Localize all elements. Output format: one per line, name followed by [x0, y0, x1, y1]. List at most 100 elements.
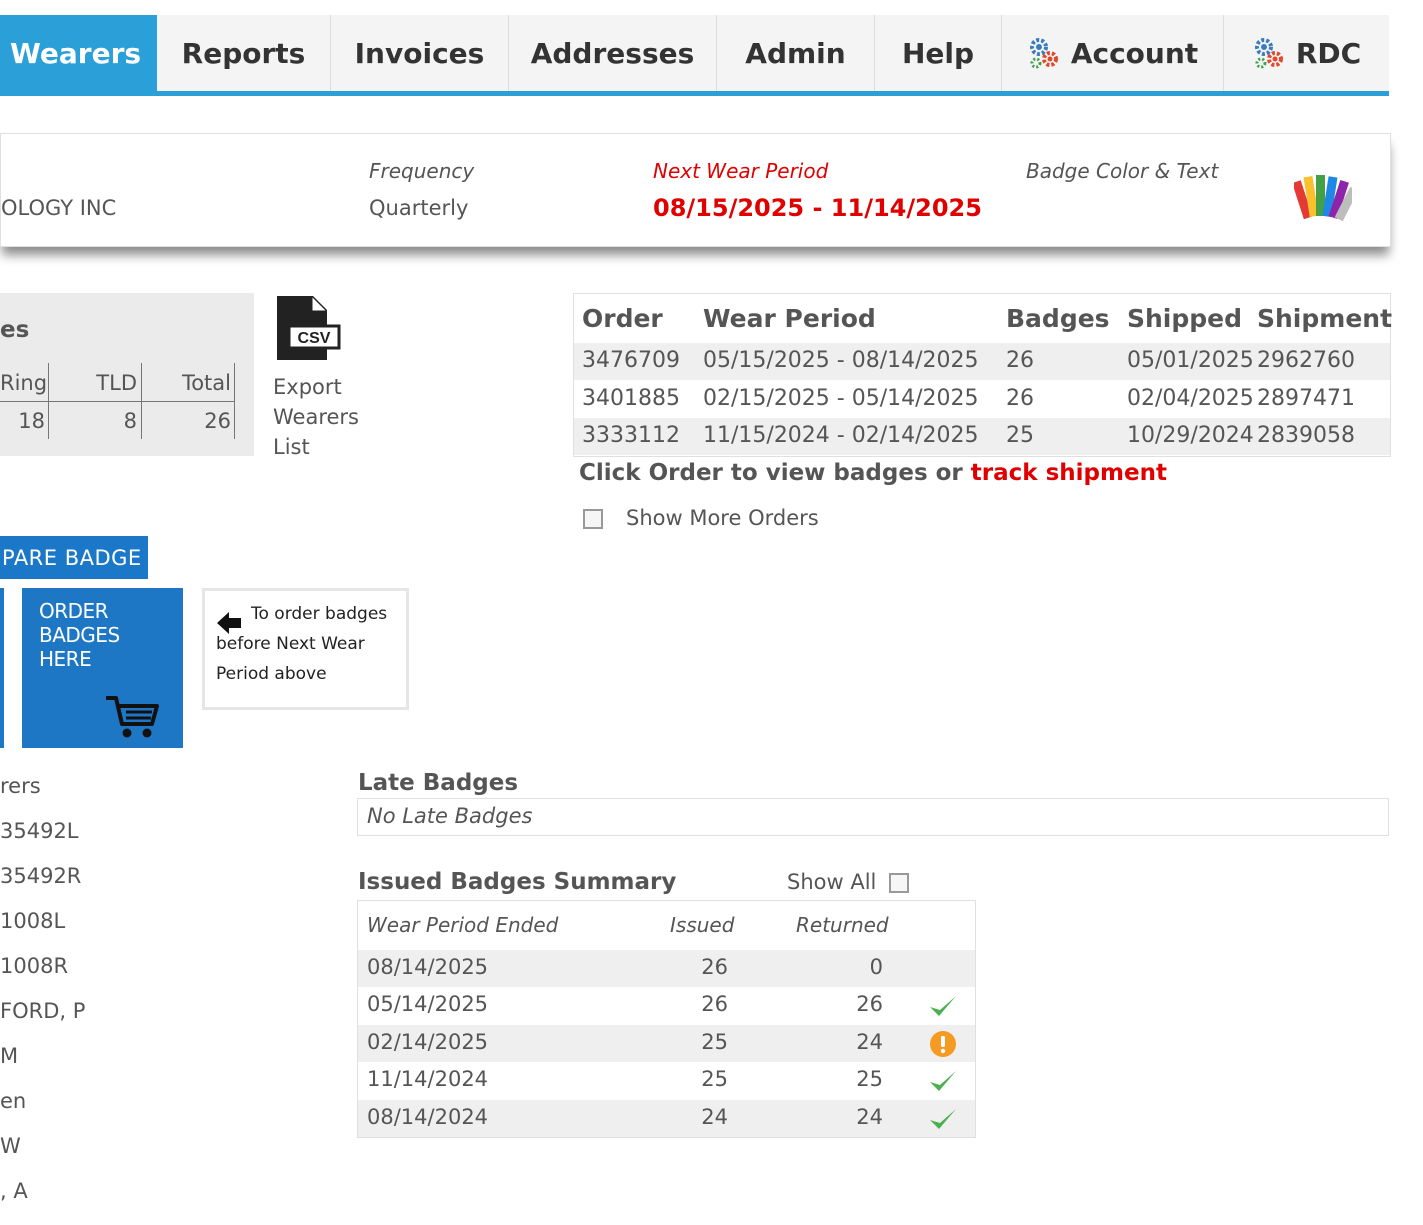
wearer-item[interactable]: 35492L: [0, 819, 79, 843]
order-number[interactable]: 3401885: [582, 386, 680, 411]
frequency-label: Frequency: [369, 159, 475, 183]
issued-count: 25: [701, 1030, 728, 1054]
ring-header: Ring: [0, 371, 48, 395]
csv-file-icon: CSV: [277, 296, 341, 360]
tld-count: 8: [123, 409, 137, 433]
spare-badge-button[interactable]: PARE BADGE: [0, 536, 148, 579]
export-wearers-button[interactable]: CSV Export Wearers List: [273, 294, 373, 464]
tab-account[interactable]: Account: [1002, 15, 1224, 91]
show-all-checkbox[interactable]: [889, 873, 909, 893]
total-count: 26: [204, 409, 231, 433]
issued-count: 26: [701, 955, 728, 979]
csv-icon-text: CSV: [298, 330, 331, 347]
order-shipment[interactable]: 2897471: [1257, 386, 1355, 411]
orders-header-shipped: Shipped: [1127, 304, 1243, 333]
order-badges: 26: [1006, 348, 1034, 373]
wearer-item[interactable]: 1008R: [0, 954, 68, 978]
orders-table: Order Wear Period Badges Shipped Shipmen…: [573, 293, 1393, 457]
order-note-text: To order badges before Next Wear Period …: [216, 604, 388, 684]
wearer-item[interactable]: , A: [0, 1179, 28, 1203]
cart-icon: [106, 696, 159, 738]
order-wear-period: 05/15/2025 - 08/14/2025: [703, 348, 979, 373]
main-nav: Wearers Reports Invoices Addresses Admin…: [0, 15, 1389, 96]
orders-hint: Click Order to view badges or track ship…: [579, 460, 1167, 486]
button-edge[interactable]: [0, 588, 4, 748]
gears-icon: [1029, 38, 1058, 69]
header-returned: Returned: [796, 913, 889, 937]
wearer-counts-panel: es Ring TLD Total 18 8 26: [0, 293, 254, 456]
wearer-item[interactable]: W: [0, 1134, 21, 1158]
company-name: OLOGY INC: [1, 196, 117, 220]
order-number[interactable]: 3333112: [582, 423, 680, 448]
order-badges: 26: [1006, 386, 1034, 411]
show-more-orders-checkbox[interactable]: [583, 509, 603, 529]
order-shipped: 10/29/2024: [1127, 423, 1254, 448]
table-row: 05/14/2025 26 26: [358, 987, 975, 1024]
table-row: 02/14/2025 25 24: [358, 1025, 975, 1062]
tab-wearers[interactable]: Wearers: [0, 15, 157, 91]
late-badges-message: No Late Badges: [367, 804, 533, 828]
tab-help[interactable]: Help: [875, 15, 1002, 91]
total-header: Total: [181, 371, 231, 395]
counts-title: es: [0, 317, 30, 343]
order-badges-button[interactable]: ORDER BADGES HERE: [22, 588, 183, 748]
table-row: 11/14/2024 25 25: [358, 1062, 975, 1099]
track-shipment-link[interactable]: track shipment: [971, 460, 1167, 486]
issued-summary-title: Issued Badges Summary: [358, 869, 677, 895]
wear-period-ended: 08/14/2025: [367, 955, 489, 979]
check-icon: [930, 1071, 956, 1091]
divider: [0, 401, 235, 402]
issued-summary-table: Wear Period Ended Issued Returned 08/14/…: [357, 900, 976, 1138]
wear-period-ended: 05/14/2025: [367, 992, 489, 1016]
check-icon: [930, 1109, 956, 1129]
header-issued: Issued: [670, 913, 735, 937]
late-badges-box: No Late Badges: [357, 798, 1389, 836]
gears-icon: [1254, 38, 1283, 69]
ring-count: 18: [18, 409, 45, 433]
wearer-item[interactable]: 1008L: [0, 909, 65, 933]
show-all-label[interactable]: Show All: [787, 870, 876, 894]
returned-count: 24: [856, 1030, 883, 1054]
wearer-item[interactable]: M: [0, 1044, 18, 1068]
order-note: To order badges before Next Wear Period …: [202, 588, 409, 710]
next-wear-label: Next Wear Period: [653, 159, 829, 183]
order-number[interactable]: 3476709: [582, 348, 680, 373]
returned-count: 26: [856, 992, 883, 1016]
order-badges-label: ORDER BADGES HERE: [39, 599, 120, 671]
tab-reports[interactable]: Reports: [157, 15, 331, 91]
show-more-orders-label[interactable]: Show More Orders: [626, 506, 819, 530]
header-wear-period-ended: Wear Period Ended: [367, 913, 559, 937]
late-badges-title: Late Badges: [358, 770, 519, 796]
orders-header-order: Order: [582, 304, 663, 333]
wearer-item[interactable]: 35492R: [0, 864, 81, 888]
tab-admin[interactable]: Admin: [717, 15, 875, 91]
orders-header-shipment: Shipment: [1257, 304, 1393, 333]
orders-header-badges: Badges: [1006, 304, 1110, 333]
table-row: 08/14/2024 24 24: [358, 1100, 975, 1137]
tab-invoices[interactable]: Invoices: [331, 15, 509, 91]
wearers-header: rers: [0, 774, 41, 798]
table-row: 08/14/2025 26 0: [358, 950, 975, 987]
orders-header-wear-period: Wear Period: [703, 304, 876, 333]
export-label-line: Export: [273, 375, 342, 399]
color-swatch-icon[interactable]: [1294, 170, 1352, 224]
order-row[interactable]: 3476709 05/15/2025 - 08/14/2025 26 05/01…: [574, 343, 1390, 380]
tab-rdc[interactable]: RDC: [1224, 15, 1389, 91]
order-badges: 25: [1006, 423, 1034, 448]
order-shipment[interactable]: 2839058: [1257, 423, 1355, 448]
export-label-line: Wearers: [273, 405, 359, 429]
order-row[interactable]: 3333112 11/15/2024 - 02/14/2025 25 10/29…: [574, 418, 1390, 455]
export-label-line: List: [273, 435, 310, 459]
warning-icon[interactable]: [928, 1030, 958, 1058]
returned-count: 24: [856, 1105, 883, 1129]
order-shipment[interactable]: 2962760: [1257, 348, 1355, 373]
next-wear-value: 08/15/2025 - 11/14/2025: [653, 194, 982, 222]
order-shipped: 05/01/2025: [1127, 348, 1254, 373]
tab-addresses[interactable]: Addresses: [509, 15, 717, 91]
order-row[interactable]: 3401885 02/15/2025 - 05/14/2025 26 02/04…: [574, 381, 1390, 418]
wearer-item[interactable]: en: [0, 1089, 26, 1113]
order-wear-period: 11/15/2024 - 02/14/2025: [703, 423, 979, 448]
returned-count: 0: [869, 955, 883, 979]
tld-header: TLD: [96, 371, 137, 395]
wearer-item[interactable]: FORD, P: [0, 999, 85, 1023]
